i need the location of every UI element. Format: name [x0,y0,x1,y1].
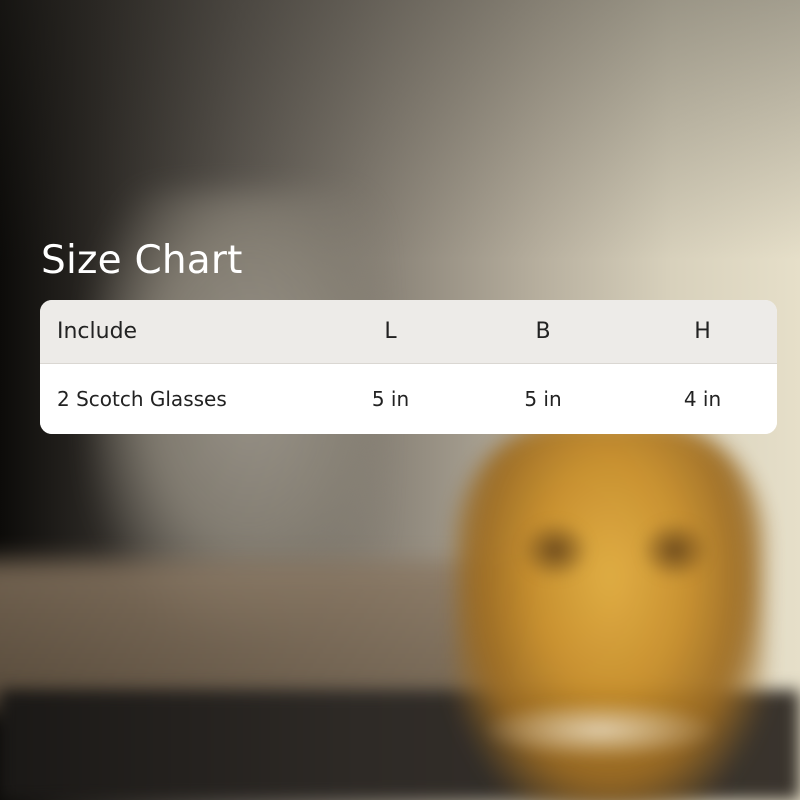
cell-height: 4 in [683,387,722,411]
column-header-length: L [323,300,458,364]
table-row: 2 Scotch Glasses 5 in 5 in 4 in [40,364,777,434]
background-wooden-board [0,560,534,710]
cell-breadth: 5 in [524,387,562,411]
background-glass-eye-right [640,520,710,580]
background-glass-eye-left [520,520,590,580]
cell-include: 2 Scotch Glasses [57,387,227,411]
background-glass-rim [480,700,720,760]
column-header-height: H [628,300,777,364]
size-chart-table: Include L B H 2 Scotch Glasses 5 in 5 in… [40,300,777,434]
table-header-row: Include L B H [40,300,777,364]
cell-length: 5 in [371,387,410,411]
column-header-breadth: B [458,300,628,364]
page-title: Size Chart [41,238,243,283]
column-header-include: Include [40,300,323,364]
